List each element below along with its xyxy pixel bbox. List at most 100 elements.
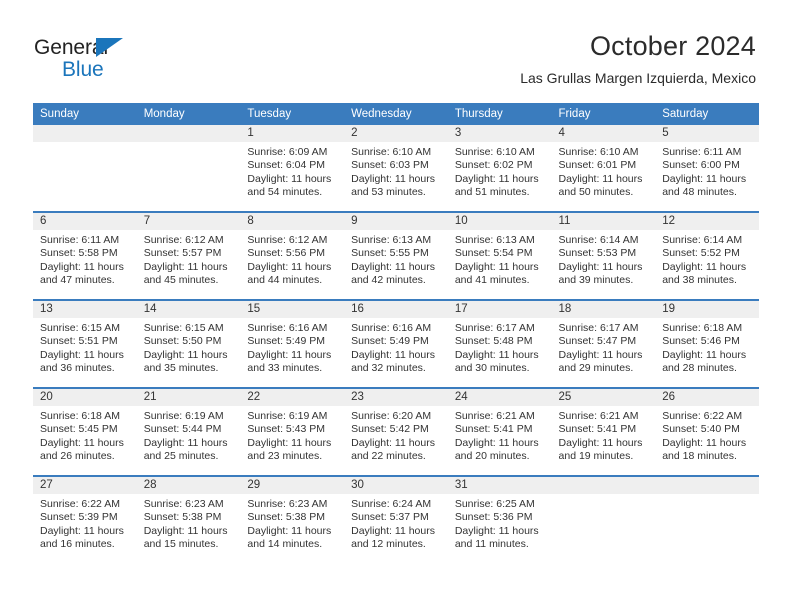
- day-sunset-text: Sunset: 5:36 PM: [454, 511, 533, 524]
- day-sunset-text: Sunset: 5:52 PM: [662, 247, 740, 260]
- day-number: 27: [33, 477, 137, 494]
- day-sunrise-text: Sunrise: 6:18 AM: [40, 410, 120, 422]
- day-number: 29: [240, 477, 345, 494]
- day-sunset-text: Sunset: 6:00 PM: [662, 159, 740, 172]
- day-daylight1-text: Daylight: 11 hours: [454, 348, 539, 361]
- day-sunset-text: Sunset: 5:45 PM: [40, 423, 118, 436]
- calendar-day-cell[interactable]: 6 Sunrise: 6:11 AM Sunset: 5:58 PM Daylight…: [33, 211, 137, 300]
- calendar-day-cell[interactable]: 25 Sunrise: 6:21 AM Sunset: 5:41 PM Dayligh…: [551, 387, 656, 476]
- day-daylight2-text: and 22 minutes.: [351, 450, 426, 463]
- calendar-day-cell[interactable]: 11 Sunrise: 6:14 AM Sunset: 5:53 PM Dayligh…: [551, 211, 656, 300]
- day-sunset-text: Sunset: 5:50 PM: [143, 335, 222, 348]
- calendar-day-cell[interactable]: 14 Sunrise: 6:15 AM Sunset: 5:50 PM Dayligh…: [136, 299, 241, 388]
- title-block: October 2024 Las Grullas Margen Izquierd…: [520, 30, 756, 88]
- day-sunrise-text: Sunrise: 6:10 AM: [454, 146, 535, 158]
- day-sunrise-text: Sunrise: 6:16 AM: [247, 322, 328, 334]
- calendar-day-cell[interactable]: 21 Sunrise: 6:19 AM Sunset: 5:44 PM Dayligh…: [136, 387, 241, 476]
- day-cell-inner: 25 Sunrise: 6:21 AM Sunset: 5:41 PM Dayligh…: [551, 389, 656, 475]
- calendar-day-cell[interactable]: 5 Sunrise: 6:11 AM Sunset: 6:00 PM Daylight…: [655, 125, 759, 212]
- calendar-day-cell[interactable]: 23 Sunrise: 6:20 AM Sunset: 5:42 PM Dayligh…: [344, 387, 448, 476]
- day-sunset-text: Sunset: 5:46 PM: [662, 335, 740, 348]
- day-daylight2-text: and 12 minutes.: [351, 538, 426, 551]
- calendar-day-cell[interactable]: 27 Sunrise: 6:22 AM Sunset: 5:39 PM Dayligh…: [33, 475, 137, 563]
- day-daylight2-text: and 25 minutes.: [143, 450, 219, 463]
- day-number: [136, 125, 241, 142]
- calendar-day-cell[interactable]: 26 Sunrise: 6:22 AM Sunset: 5:40 PM Dayligh…: [655, 387, 759, 476]
- day-cell-inner: 19 Sunrise: 6:18 AM Sunset: 5:46 PM Dayligh…: [655, 301, 759, 387]
- day-details: Sunrise: 6:10 AM Sunset: 6:01 PM Daylight:…: [552, 142, 656, 200]
- calendar-day-cell[interactable]: 19 Sunrise: 6:18 AM Sunset: 5:46 PM Dayligh…: [655, 299, 759, 388]
- day-cell-inner: 22 Sunrise: 6:19 AM Sunset: 5:43 PM Dayligh…: [240, 389, 345, 475]
- day-number: 30: [344, 477, 448, 494]
- calendar-day-cell-empty: [655, 475, 759, 563]
- day-sunset-text: Sunset: 5:37 PM: [351, 511, 429, 524]
- day-number: 7: [136, 213, 241, 230]
- day-daylight1-text: Daylight: 11 hours: [558, 260, 643, 273]
- calendar-day-cell[interactable]: 29 Sunrise: 6:23 AM Sunset: 5:38 PM Dayligh…: [240, 475, 345, 563]
- day-daylight1-text: Daylight: 11 hours: [454, 436, 539, 449]
- day-sunset-text: Sunset: 5:39 PM: [40, 511, 118, 524]
- day-number: 5: [655, 125, 759, 142]
- calendar-day-cell[interactable]: 2 Sunrise: 6:10 AM Sunset: 6:03 PM Daylight…: [344, 125, 448, 212]
- calendar-day-cell[interactable]: 16 Sunrise: 6:16 AM Sunset: 5:49 PM Dayligh…: [344, 299, 448, 388]
- day-sunrise-text: Sunrise: 6:14 AM: [662, 234, 743, 246]
- brand-logo[interactable]: General Blue: [34, 36, 264, 84]
- calendar-day-cell-empty: [33, 125, 137, 212]
- day-cell-inner: 26 Sunrise: 6:22 AM Sunset: 5:40 PM Dayligh…: [655, 389, 759, 475]
- calendar-day-cell[interactable]: 15 Sunrise: 6:16 AM Sunset: 5:49 PM Dayligh…: [240, 299, 345, 388]
- calendar-day-cell[interactable]: 1 Sunrise: 6:09 AM Sunset: 6:04 PM Daylight…: [240, 125, 345, 212]
- day-details: Sunrise: 6:21 AM Sunset: 5:41 PM Daylight:…: [552, 406, 656, 464]
- calendar-day-cell[interactable]: 22 Sunrise: 6:19 AM Sunset: 5:43 PM Dayligh…: [240, 387, 345, 476]
- day-sunset-text: Sunset: 5:53 PM: [558, 247, 637, 260]
- calendar-day-cell[interactable]: 9 Sunrise: 6:13 AM Sunset: 5:55 PM Daylight…: [344, 211, 448, 300]
- calendar-day-cell[interactable]: 17 Sunrise: 6:17 AM Sunset: 5:48 PM Dayligh…: [447, 299, 552, 388]
- calendar-day-cell[interactable]: 30 Sunrise: 6:24 AM Sunset: 5:37 PM Dayligh…: [344, 475, 448, 563]
- day-number: 13: [33, 301, 137, 318]
- day-daylight2-text: and 15 minutes.: [143, 538, 219, 551]
- day-cell-inner: 21 Sunrise: 6:19 AM Sunset: 5:44 PM Dayligh…: [136, 389, 241, 475]
- day-sunset-text: Sunset: 5:58 PM: [40, 247, 118, 260]
- day-cell-inner: 12 Sunrise: 6:14 AM Sunset: 5:52 PM Dayligh…: [655, 213, 759, 299]
- day-cell-inner: 11 Sunrise: 6:14 AM Sunset: 5:53 PM Dayligh…: [551, 213, 656, 299]
- calendar-day-cell-empty: [551, 475, 656, 563]
- day-daylight2-text: and 35 minutes.: [143, 362, 219, 375]
- calendar-day-cell[interactable]: 7 Sunrise: 6:12 AM Sunset: 5:57 PM Daylight…: [136, 211, 241, 300]
- calendar-day-cell[interactable]: 4 Sunrise: 6:10 AM Sunset: 6:01 PM Daylight…: [551, 125, 656, 212]
- calendar-day-cell[interactable]: 20 Sunrise: 6:18 AM Sunset: 5:45 PM Dayligh…: [33, 387, 137, 476]
- day-sunrise-text: Sunrise: 6:15 AM: [143, 322, 224, 334]
- day-details: Sunrise: 6:12 AM Sunset: 5:56 PM Daylight:…: [240, 230, 344, 288]
- day-daylight1-text: Daylight: 11 hours: [558, 172, 643, 185]
- day-daylight1-text: Daylight: 11 hours: [247, 436, 332, 449]
- day-details: Sunrise: 6:10 AM Sunset: 6:03 PM Daylight:…: [344, 142, 448, 200]
- calendar-day-cell[interactable]: 28 Sunrise: 6:23 AM Sunset: 5:38 PM Dayligh…: [136, 475, 241, 563]
- calendar-day-cell[interactable]: 24 Sunrise: 6:21 AM Sunset: 5:41 PM Dayligh…: [447, 387, 552, 476]
- day-number: [655, 477, 759, 494]
- calendar-day-cell[interactable]: 13 Sunrise: 6:15 AM Sunset: 5:51 PM Dayligh…: [33, 299, 137, 388]
- day-daylight2-text: and 42 minutes.: [351, 274, 426, 287]
- calendar-day-cell[interactable]: 10 Sunrise: 6:13 AM Sunset: 5:54 PM Dayligh…: [447, 211, 552, 300]
- day-daylight2-text: and 36 minutes.: [40, 362, 115, 375]
- calendar-day-cell[interactable]: 8 Sunrise: 6:12 AM Sunset: 5:56 PM Daylight…: [240, 211, 345, 300]
- day-sunset-text: Sunset: 6:02 PM: [454, 159, 533, 172]
- brand-name-blue: Blue: [62, 58, 104, 81]
- calendar-day-cell[interactable]: 31 Sunrise: 6:25 AM Sunset: 5:36 PM Dayligh…: [447, 475, 552, 563]
- day-sunrise-text: Sunrise: 6:11 AM: [40, 234, 120, 246]
- day-details: Sunrise: 6:22 AM Sunset: 5:39 PM Daylight:…: [33, 494, 137, 552]
- calendar-day-cell[interactable]: 18 Sunrise: 6:17 AM Sunset: 5:47 PM Dayligh…: [551, 299, 656, 388]
- day-sunset-text: Sunset: 5:47 PM: [558, 335, 637, 348]
- calendar-day-cell[interactable]: 3 Sunrise: 6:10 AM Sunset: 6:02 PM Daylight…: [447, 125, 552, 212]
- day-daylight1-text: Daylight: 11 hours: [40, 260, 124, 273]
- day-cell-inner: 9 Sunrise: 6:13 AM Sunset: 5:55 PM Daylight…: [344, 213, 448, 299]
- day-details: Sunrise: 6:21 AM Sunset: 5:41 PM Daylight:…: [448, 406, 552, 464]
- day-sunset-text: Sunset: 5:48 PM: [454, 335, 533, 348]
- calendar-day-cell[interactable]: 12 Sunrise: 6:14 AM Sunset: 5:52 PM Dayligh…: [655, 211, 759, 300]
- day-cell-inner: 5 Sunrise: 6:11 AM Sunset: 6:00 PM Daylight…: [655, 125, 759, 211]
- calendar-week-row: 13 Sunrise: 6:15 AM Sunset: 5:51 PM Dayligh…: [33, 299, 759, 388]
- day-number: 16: [344, 301, 448, 318]
- day-daylight2-text: and 11 minutes.: [454, 538, 529, 551]
- day-sunset-text: Sunset: 5:55 PM: [351, 247, 429, 260]
- day-details: Sunrise: 6:14 AM Sunset: 5:52 PM Daylight:…: [655, 230, 759, 288]
- day-sunrise-text: Sunrise: 6:10 AM: [351, 146, 432, 158]
- day-sunset-text: Sunset: 5:41 PM: [558, 423, 637, 436]
- day-details: Sunrise: 6:13 AM Sunset: 5:54 PM Daylight:…: [448, 230, 552, 288]
